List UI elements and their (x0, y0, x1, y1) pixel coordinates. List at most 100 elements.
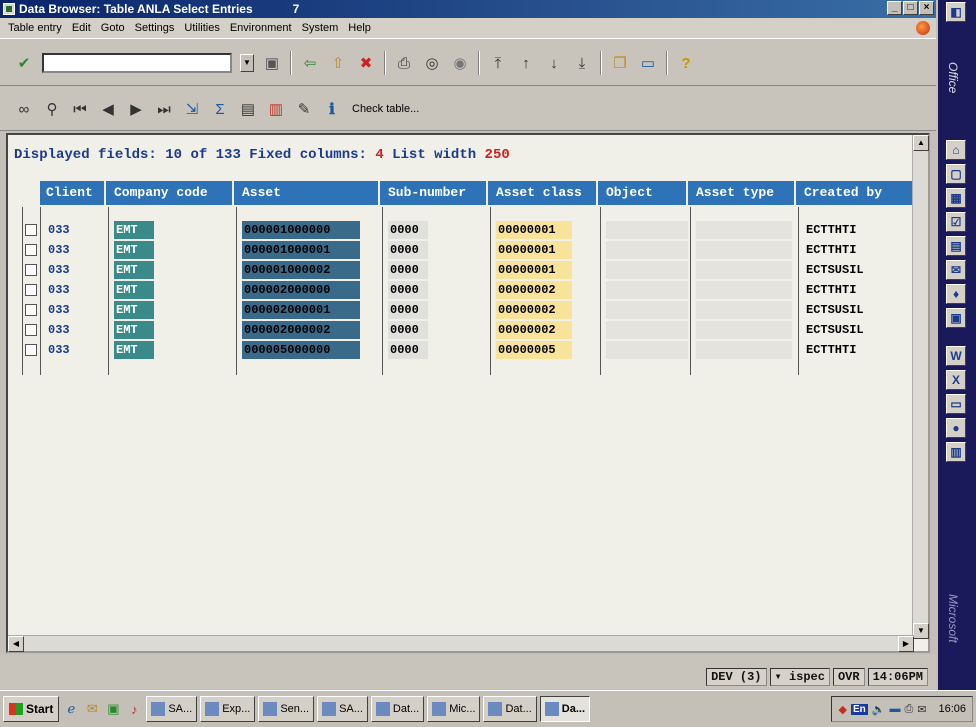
cell-asset[interactable]: 000001000000 (242, 221, 360, 239)
row-select-checkbox[interactable] (25, 224, 37, 236)
cell-object[interactable] (606, 221, 688, 239)
minimize-button[interactable]: _ (887, 1, 902, 15)
cell-asset[interactable]: 000001000001 (242, 241, 360, 259)
office-calendar-icon[interactable]: ▣ (946, 308, 966, 328)
office-task-icon[interactable]: ☑ (946, 212, 966, 232)
object-header[interactable]: Object (602, 181, 688, 205)
command-dropdown-icon[interactable]: ▼ (240, 54, 254, 72)
cell-asset[interactable]: 000001000002 (242, 261, 360, 279)
cell-asset[interactable]: 000002000000 (242, 281, 360, 299)
cell-object[interactable] (606, 281, 688, 299)
menu-utilities[interactable]: Utilities (184, 22, 219, 34)
cell-class[interactable]: 00000002 (496, 321, 572, 339)
first-page-icon[interactable]: ⤒ (488, 53, 508, 73)
task-sap-2[interactable]: SA... (317, 696, 368, 722)
row-select-checkbox[interactable] (25, 264, 37, 276)
cell-client[interactable]: 033 (46, 321, 70, 339)
cell-created_by[interactable]: ECTSUSIL (804, 261, 864, 279)
cell-class[interactable]: 00000001 (496, 261, 572, 279)
glasses-icon[interactable]: ∞ (14, 99, 34, 119)
cell-client[interactable]: 033 (46, 281, 70, 299)
checkmark-icon[interactable]: ✔ (14, 53, 34, 73)
cell-object[interactable] (606, 321, 688, 339)
cell-sub[interactable]: 0000 (388, 281, 428, 299)
details-icon[interactable]: ▤ (238, 99, 258, 119)
scroll-right-icon[interactable]: ▶ (898, 636, 914, 652)
company-code-header[interactable]: Company code (110, 181, 234, 205)
cell-object[interactable] (606, 261, 688, 279)
cell-created_by[interactable]: ECTSUSIL (804, 321, 864, 339)
row-select-checkbox[interactable] (25, 324, 37, 336)
save-icon[interactable]: ▣ (262, 53, 282, 73)
desktop-quicklaunch-icon[interactable]: ▣ (104, 700, 122, 718)
cell-type[interactable] (696, 341, 792, 359)
find-next-icon[interactable]: ◉ (450, 53, 470, 73)
cell-object[interactable] (606, 341, 688, 359)
office-outlook-icon[interactable]: ✉ (946, 260, 966, 280)
cell-type[interactable] (696, 241, 792, 259)
office-powerpoint-icon[interactable]: ▭ (946, 394, 966, 414)
first-icon[interactable]: ⏮ (70, 99, 90, 119)
cell-class[interactable]: 00000001 (496, 241, 572, 259)
info-icon[interactable]: ℹ (322, 99, 342, 119)
task-data-2[interactable]: Dat... (483, 696, 537, 722)
last-icon[interactable]: ⏭ (154, 99, 174, 119)
mail-icon[interactable]: ✉ (917, 703, 926, 716)
task-explorer[interactable]: Exp... (200, 696, 256, 722)
cell-company[interactable]: EMT (114, 241, 154, 259)
cell-class[interactable]: 00000005 (496, 341, 572, 359)
cell-company[interactable]: EMT (114, 321, 154, 339)
office-word-icon[interactable]: W (946, 346, 966, 366)
menu-goto[interactable]: Goto (101, 22, 125, 34)
row-select-checkbox[interactable] (25, 244, 37, 256)
cell-company[interactable]: EMT (114, 301, 154, 319)
cell-sub[interactable]: 0000 (388, 241, 428, 259)
channel-quicklaunch-icon[interactable]: ♪ (125, 700, 143, 718)
start-button[interactable]: Start (3, 696, 60, 722)
cell-created_by[interactable]: ECTTHTI (804, 221, 856, 239)
cell-asset[interactable]: 000005000000 (242, 341, 360, 359)
asset-class-header[interactable]: Asset class (492, 181, 598, 205)
office-new-icon[interactable]: ▢ (946, 164, 966, 184)
network-icon[interactable]: ▬ (889, 703, 900, 715)
create-session-icon[interactable]: ❐ (610, 53, 630, 73)
cell-sub[interactable]: 0000 (388, 261, 428, 279)
client-header[interactable]: Client (42, 181, 106, 205)
sap-window-icon[interactable] (3, 3, 15, 15)
cell-client[interactable]: 033 (46, 341, 70, 359)
edit-icon[interactable]: ✎ (294, 99, 314, 119)
menu-edit[interactable]: Edit (72, 22, 91, 34)
task-data-browser[interactable]: Da... (539, 696, 591, 722)
status-mode[interactable]: OVR (832, 668, 865, 686)
task-sap-1[interactable]: SA... (146, 696, 198, 722)
row-select-checkbox[interactable] (25, 344, 37, 356)
cell-client[interactable]: 033 (46, 241, 70, 259)
menu-settings[interactable]: Settings (135, 22, 175, 34)
cell-sub[interactable]: 0000 (388, 301, 428, 319)
magnifier-icon[interactable]: ⚲ (42, 99, 62, 119)
cell-class[interactable]: 00000001 (496, 221, 572, 239)
sum-icon[interactable]: Σ (210, 99, 230, 119)
ie-quicklaunch-icon[interactable]: ℯ (62, 700, 80, 718)
cell-client[interactable]: 033 (46, 221, 70, 239)
maximize-button[interactable]: □ (903, 1, 918, 15)
find-icon[interactable]: ◎ (422, 53, 442, 73)
language-indicator[interactable]: En (850, 703, 868, 715)
cell-type[interactable] (696, 301, 792, 319)
cell-client[interactable]: 033 (46, 301, 70, 319)
cell-created_by[interactable]: ECTSUSIL (804, 301, 864, 319)
office-explorer-icon[interactable]: ▥ (946, 442, 966, 462)
cell-class[interactable]: 00000002 (496, 301, 572, 319)
volume-icon[interactable]: 🔈 (872, 703, 886, 716)
cell-type[interactable] (696, 281, 792, 299)
office-contact-icon[interactable]: ▤ (946, 236, 966, 256)
columns-icon[interactable]: ▥ (266, 99, 286, 119)
exit-icon[interactable]: ⇧ (328, 53, 348, 73)
created-by-header[interactable]: Created by (800, 181, 918, 205)
horizontal-scrollbar[interactable]: ◀ ▶ (8, 635, 914, 652)
menu-table-entry[interactable]: Table entry (8, 22, 62, 34)
sub-number-header[interactable]: Sub-number (384, 181, 488, 205)
cell-company[interactable]: EMT (114, 261, 154, 279)
cell-company[interactable]: EMT (114, 281, 154, 299)
scroll-up-icon[interactable]: ▲ (913, 135, 929, 151)
